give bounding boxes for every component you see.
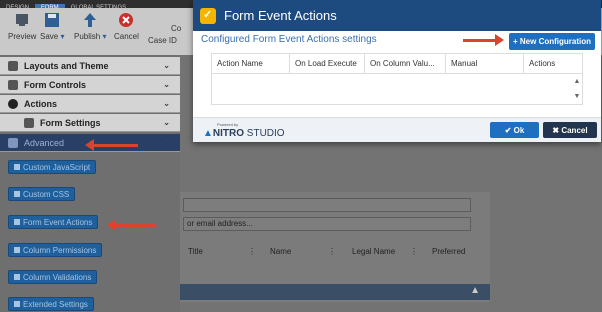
column-menu-icon[interactable]: ⋮ (248, 247, 256, 256)
dialog-header: Form Event Actions (193, 0, 601, 31)
publish-button[interactable]: Publish ▾ (74, 12, 107, 41)
annotation-arrow-form-event-actions (107, 219, 156, 231)
form-controls-icon (8, 79, 18, 90)
chevron-down-icon: ⌄ (163, 99, 170, 108)
plus-circle-icon (8, 98, 18, 109)
dollar-icon (14, 164, 20, 170)
column-menu-icon[interactable]: ⋮ (328, 247, 336, 256)
chevron-up-icon[interactable]: ▲ (470, 285, 480, 296)
screen: DESIGNFORMGLOBAL SETTINGS Preview Save ▾… (0, 0, 602, 312)
sidebar-section-actions[interactable]: Actions ⌄ (0, 95, 180, 113)
sidebar-section-form-settings[interactable]: Form Settings ⌄ (0, 114, 180, 132)
publish-dropdown-icon: ▾ (102, 32, 107, 41)
custom-javascript-button[interactable]: Custom JavaScript (8, 160, 97, 174)
grid-scrollbar[interactable]: ▲ ▼ (572, 74, 582, 104)
annotation-arrow-advanced (85, 139, 138, 151)
configurations-grid: Action Name On Load Execute On Column Va… (211, 53, 583, 105)
chevron-down-icon: ⌄ (163, 61, 170, 70)
sidebar-section-form-controls[interactable]: Form Controls ⌄ (0, 76, 180, 94)
save-button[interactable]: Save ▾ (40, 12, 64, 41)
column-title: Title (188, 247, 203, 256)
column-legal-name: Legal Name (352, 247, 396, 256)
new-configuration-button[interactable]: + New Configuration (509, 33, 595, 50)
email-input[interactable]: or email address... (183, 217, 471, 231)
validations-icon (14, 274, 20, 280)
save-dropdown-icon: ▾ (60, 32, 65, 41)
events-icon (14, 219, 20, 225)
annotation-arrow-new-configuration (463, 34, 504, 46)
chevron-down-icon: ⌄ (163, 80, 170, 89)
nitro-mark-icon: ▲ (203, 128, 213, 139)
column-actions[interactable]: Actions (524, 54, 582, 73)
extended-icon (14, 301, 20, 307)
chevron-down-icon: ⌄ (163, 118, 170, 127)
scroll-up-icon[interactable]: ▲ (572, 74, 582, 89)
column-menu-icon[interactable]: ⋮ (410, 247, 418, 256)
scroll-down-icon[interactable]: ▼ (572, 89, 582, 104)
preview-button[interactable]: Preview (8, 12, 36, 41)
cancel-icon (118, 12, 134, 28)
chevron-up-icon: ⌃ (163, 138, 170, 147)
custom-css-button[interactable]: Custom CSS (8, 187, 76, 201)
ok-button[interactable]: ✔ Ok (490, 122, 539, 138)
save-icon (44, 12, 60, 28)
layout-icon (8, 60, 18, 71)
form-event-actions-dialog: Form Event Actions Configured Form Event… (193, 0, 601, 142)
column-name: Name (270, 247, 292, 256)
extended-settings-button[interactable]: Extended Settings (8, 297, 94, 311)
preview-icon (14, 12, 30, 28)
panel-footer-bar: ▲ (180, 284, 490, 300)
sidebar-section-layouts[interactable]: Layouts and Theme ⌄ (0, 57, 180, 75)
column-validations-button[interactable]: Column Validations (8, 270, 98, 284)
nitro-studio-logo: Powered by ▲NITRO STUDIO (203, 122, 285, 139)
column-action-name[interactable]: Action Name (212, 54, 290, 73)
background-input[interactable] (183, 198, 471, 212)
case-id-label: Case ID (148, 36, 177, 45)
gears-icon (8, 137, 18, 148)
column-permissions-button[interactable]: Column Permissions (8, 243, 103, 257)
column-manual[interactable]: Manual (446, 54, 524, 73)
dialog-title: Form Event Actions (224, 8, 337, 23)
cancel-button[interactable]: ✖ Cancel (543, 122, 597, 138)
publish-icon (82, 12, 98, 28)
shield-check-icon (200, 7, 216, 24)
ribbon-co-label: Co (171, 24, 182, 33)
dialog-subtitle: Configured Form Event Actions settings (201, 34, 377, 45)
dialog-footer: Powered by ▲NITRO STUDIO ✔ Ok ✖ Cancel (193, 117, 601, 142)
cancel-ribbon-button[interactable]: Cancel (114, 12, 139, 41)
permissions-icon (14, 247, 20, 253)
grid-header: Action Name On Load Execute On Column Va… (212, 54, 582, 74)
column-on-load-execute[interactable]: On Load Execute (290, 54, 365, 73)
column-preferred: Preferred (432, 247, 466, 256)
form-event-actions-button[interactable]: Form Event Actions (8, 215, 99, 229)
css-icon (14, 191, 20, 197)
column-on-column-value[interactable]: On Column Valu... (365, 54, 446, 73)
settings-icon (24, 117, 34, 128)
